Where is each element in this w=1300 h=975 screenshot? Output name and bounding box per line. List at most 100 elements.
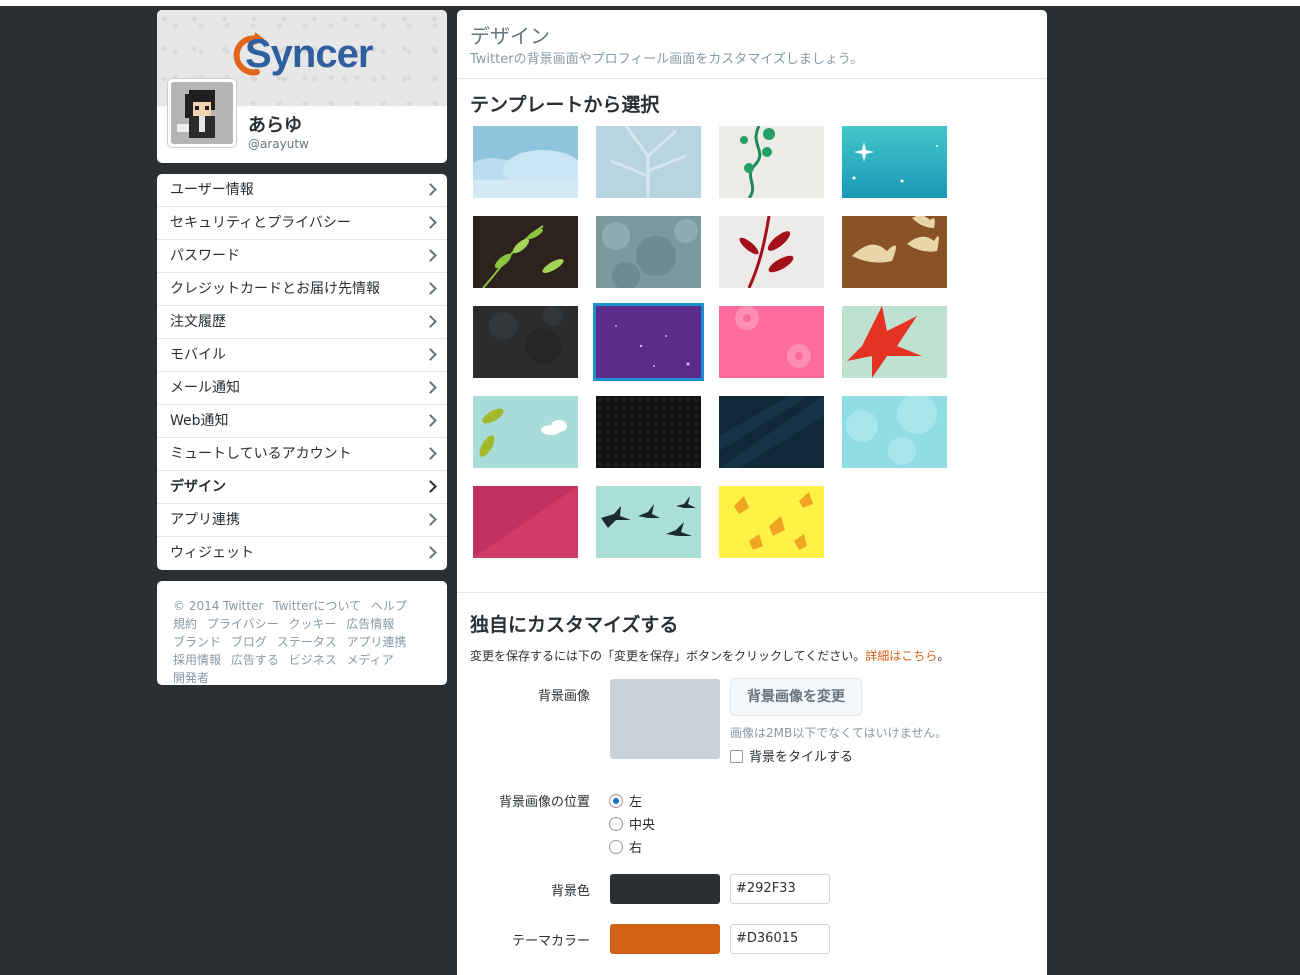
template-14[interactable] [596,396,701,468]
footer-link[interactable]: ブランド [173,635,221,649]
template-5[interactable] [473,216,578,288]
template-12[interactable] [842,306,947,378]
position-center[interactable]: 中央 [609,814,655,833]
sidebar-item-10[interactable]: アプリ連携 [157,504,447,537]
bg-image-label: 背景画像 [537,689,590,704]
page-title: デザイン [470,24,550,48]
bg-color-swatch[interactable] [610,874,720,904]
template-8[interactable] [842,216,947,288]
custom-title: 独自にカスタマイズする [470,614,679,636]
sidebar-item-7[interactable]: Web通知 [157,405,447,438]
sidebar-item-6[interactable]: メール通知 [157,372,447,405]
sidebar-item-11[interactable]: ウィジェット [157,537,447,570]
template-1[interactable] [473,126,578,198]
templates-title: テンプレートから選択 [470,94,660,116]
save-note-text: 変更を保存するには下の「変更を保存」ボタンをクリックしてください。 [470,649,866,663]
sidebar-item-label: セキュリティとプライバシー [170,215,351,231]
sidebar-item-2[interactable]: パスワード [157,240,447,273]
tile-label: 背景をタイルする [749,750,854,765]
footer-link[interactable]: 広告する [231,653,279,667]
footer-link[interactable]: ブログ [231,635,267,649]
footer-link[interactable]: 採用情報 [173,653,221,667]
footer-link[interactable]: ヘルプ [371,599,407,613]
copyright-text: © 2014 Twitter [173,599,264,613]
sidebar-item-label: Web通知 [170,413,229,429]
template-11[interactable] [719,306,824,378]
theme-color-input[interactable]: #D36015 [730,924,830,954]
footer-link[interactable]: メディア [347,653,394,667]
sidebar-item-1[interactable]: セキュリティとプライバシー [157,207,447,240]
sidebar-item-8[interactable]: ミュートしているアカウント [157,438,447,471]
footer-links: © 2014 Twitter Twitterについて ヘルプ 規約 プライバシー… [173,597,432,687]
footer-link[interactable]: 規約 [173,617,197,631]
page-header: デザイン Twitterの背景画面やプロフィール画面をカスタマイズしましょう。 [457,10,1047,79]
chevron-right-icon [424,348,437,361]
main-panel: デザイン Twitterの背景画面やプロフィール画面をカスタマイズしましょう。 … [457,10,1047,975]
footer-link[interactable]: クッキー [288,617,336,631]
profile-name[interactable]: あらゆ [248,111,302,137]
position-left[interactable]: 左 [609,791,642,810]
footer-link[interactable]: Twitterについて [273,599,361,613]
chevron-right-icon [424,480,437,493]
change-bg-image-button[interactable]: 背景画像を変更 [730,678,862,716]
chevron-right-icon [424,447,437,460]
footer-card: © 2014 Twitter Twitterについて ヘルプ 規約 プライバシー… [157,581,447,685]
template-9[interactable] [473,306,578,378]
bg-color-label: 背景色 [550,884,590,899]
position-right-radio[interactable] [609,840,623,854]
position-left-radio[interactable] [609,794,623,808]
chevron-right-icon [424,513,437,526]
sidebar-item-5[interactable]: モバイル [157,339,447,372]
template-19[interactable] [719,486,824,558]
bg-color-input[interactable]: #292F33 [730,874,830,904]
sidebar-item-4[interactable]: 注文履歴 [157,306,447,339]
template-7[interactable] [719,216,824,288]
save-note: 変更を保存するには下の「変更を保存」ボタンをクリックしてください。詳細はこちら。 [470,647,949,664]
template-4[interactable] [842,126,947,198]
page-subtitle: Twitterの背景画面やプロフィール画面をカスタマイズしましょう。 [470,52,864,67]
tile-option[interactable]: 背景をタイルする [730,746,853,765]
position-center-radio[interactable] [609,817,623,831]
template-16[interactable] [842,396,947,468]
template-10-selected[interactable] [593,303,704,381]
template-2[interactable] [596,126,701,198]
chevron-right-icon [424,381,437,394]
footer-link[interactable]: ステータス [277,635,337,649]
profile-handle[interactable]: @arayutw [248,137,309,151]
template-18[interactable] [596,486,701,558]
theme-color-swatch[interactable] [610,924,720,954]
profile-card: Syncer あらゆ @arayutw [157,10,447,163]
position-label: 背景画像の位置 [498,795,590,810]
sidebar-item-label: ウィジェット [170,545,254,561]
sidebar-item-label: パスワード [170,248,240,264]
position-right[interactable]: 右 [609,837,642,856]
chevron-right-icon [424,249,437,262]
footer-link[interactable]: プライバシー [207,617,279,631]
footer-link[interactable]: アプリ連携 [347,635,407,649]
avatar[interactable] [167,78,237,148]
sidebar-item-label: モバイル [170,347,226,363]
template-17[interactable] [473,486,578,558]
template-15[interactable] [719,396,824,468]
position-center-label: 中央 [629,818,656,833]
chevron-right-icon [424,546,437,559]
logo-text: Syncer [245,32,373,76]
sidebar-item-3[interactable]: クレジットカードとお届け先情報 [157,273,447,306]
chevron-right-icon [424,216,437,229]
tile-checkbox[interactable] [730,750,743,763]
sidebar-item-9[interactable]: デザイン [157,471,447,504]
footer-link[interactable]: ビジネス [289,653,337,667]
footer-link[interactable]: 開発者 [173,671,209,685]
settings-menu: ユーザー情報セキュリティとプライバシー パスワードクレジットカードとお届け先情報注… [157,174,447,570]
sidebar-item-0[interactable]: ユーザー情報 [157,174,447,207]
size-hint: 画像は2MB以下でなくてはいけません。 [730,726,948,740]
position-right-label: 右 [629,841,643,856]
sidebar-item-label: ユーザー情報 [170,182,254,198]
template-3[interactable] [719,126,824,198]
template-6[interactable] [596,216,701,288]
footer-link[interactable]: 広告情報 [346,617,394,631]
template-13[interactable] [473,396,578,468]
details-link[interactable]: 詳細はこちら [865,649,937,663]
sidebar-item-label: アプリ連携 [170,512,240,528]
avatar-image [171,82,233,144]
